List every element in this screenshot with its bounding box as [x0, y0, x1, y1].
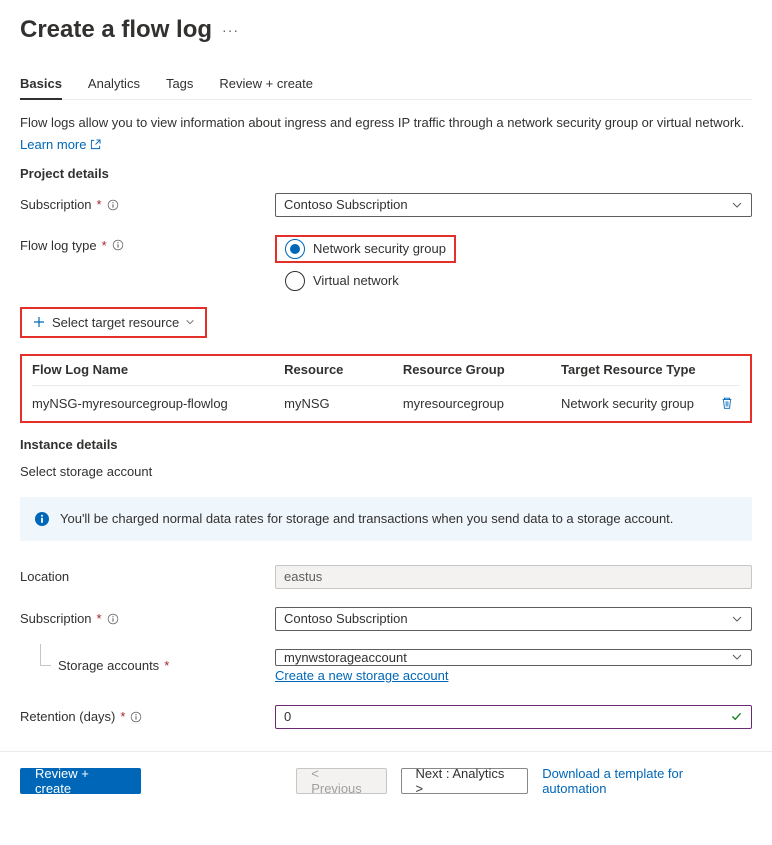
info-icon[interactable]	[107, 199, 119, 211]
radio-icon	[285, 239, 305, 259]
cell-target-type: Network security group	[561, 396, 714, 411]
storage-accounts-label: Storage accounts	[58, 658, 159, 673]
learn-more-link[interactable]: Learn more	[20, 137, 101, 152]
target-resource-table: Flow Log Name Resource Resource Group Ta…	[20, 354, 752, 423]
col-flow-log-name: Flow Log Name	[32, 362, 284, 377]
location-label: Location	[20, 569, 69, 584]
retention-input[interactable]: 0	[275, 705, 752, 729]
footer-action-bar: Review + create < Previous Next : Analyt…	[0, 751, 772, 810]
required-indicator: *	[97, 611, 102, 626]
chevron-down-icon	[731, 199, 743, 211]
cell-resource: myNSG	[284, 396, 403, 411]
retention-label: Retention (days)	[20, 709, 115, 724]
next-button[interactable]: Next : Analytics >	[401, 768, 529, 794]
description-text: Flow logs allow you to view information …	[20, 114, 752, 133]
required-indicator: *	[102, 238, 107, 253]
subscription-select[interactable]: Contoso Subscription	[275, 193, 752, 217]
required-indicator: *	[97, 197, 102, 212]
col-target-type: Target Resource Type	[561, 362, 714, 377]
tab-analytics[interactable]: Analytics	[88, 70, 140, 99]
flow-log-type-label: Flow log type	[20, 238, 97, 253]
radio-network-security-group[interactable]: Network security group	[285, 239, 446, 259]
previous-button: < Previous	[296, 768, 386, 794]
storage-info-banner: You'll be charged normal data rates for …	[20, 497, 752, 541]
chevron-down-icon	[185, 317, 195, 327]
tab-basics[interactable]: Basics	[20, 70, 62, 99]
plus-icon	[32, 315, 46, 329]
chevron-down-icon	[731, 613, 743, 625]
more-actions-icon[interactable]: ···	[222, 22, 239, 38]
subscription-label: Subscription	[20, 197, 92, 212]
subscription-value: Contoso Subscription	[284, 197, 408, 212]
chevron-down-icon	[731, 651, 743, 663]
tab-review-create[interactable]: Review + create	[219, 70, 313, 99]
download-template-link[interactable]: Download a template for automation	[542, 766, 746, 796]
storage-subscription-label: Subscription	[20, 611, 92, 626]
cell-resource-group: myresourcegroup	[403, 396, 561, 411]
page-title: Create a flow log	[20, 16, 212, 44]
radio-virtual-network[interactable]: Virtual network	[275, 271, 456, 291]
select-target-label: Select target resource	[52, 315, 179, 330]
radio-vnet-label: Virtual network	[313, 273, 399, 288]
delete-row-button[interactable]	[720, 396, 734, 410]
check-icon	[730, 710, 743, 723]
tab-bar: Basics Analytics Tags Review + create	[20, 70, 752, 100]
radio-nsg-label: Network security group	[313, 241, 446, 256]
banner-text: You'll be charged normal data rates for …	[60, 511, 673, 526]
cell-flow-log-name: myNSG-myresourcegroup-flowlog	[32, 396, 284, 411]
info-icon[interactable]	[112, 239, 124, 251]
required-indicator: *	[120, 709, 125, 724]
learn-more-label: Learn more	[20, 137, 86, 152]
location-input: eastus	[275, 565, 752, 589]
retention-value: 0	[284, 709, 291, 724]
radio-icon	[285, 271, 305, 291]
storage-account-select[interactable]: mynwstorageaccount	[275, 649, 752, 666]
storage-account-value: mynwstorageaccount	[284, 650, 407, 665]
select-target-resource-button[interactable]: Select target resource	[20, 307, 207, 338]
col-resource: Resource	[284, 362, 403, 377]
instance-details-heading: Instance details	[20, 437, 752, 452]
location-value: eastus	[284, 569, 322, 584]
project-details-heading: Project details	[20, 166, 752, 181]
storage-subscription-select[interactable]: Contoso Subscription	[275, 607, 752, 631]
create-storage-account-link[interactable]: Create a new storage account	[275, 668, 752, 683]
info-icon[interactable]	[107, 613, 119, 625]
storage-subscription-value: Contoso Subscription	[284, 611, 408, 626]
review-create-button[interactable]: Review + create	[20, 768, 141, 794]
info-icon[interactable]	[130, 711, 142, 723]
external-link-icon	[90, 139, 101, 150]
select-storage-label: Select storage account	[20, 464, 752, 479]
tab-tags[interactable]: Tags	[166, 70, 193, 99]
table-row: myNSG-myresourcegroup-flowlog myNSG myre…	[32, 396, 740, 411]
info-icon	[34, 511, 50, 527]
required-indicator: *	[164, 658, 169, 673]
col-resource-group: Resource Group	[403, 362, 561, 377]
